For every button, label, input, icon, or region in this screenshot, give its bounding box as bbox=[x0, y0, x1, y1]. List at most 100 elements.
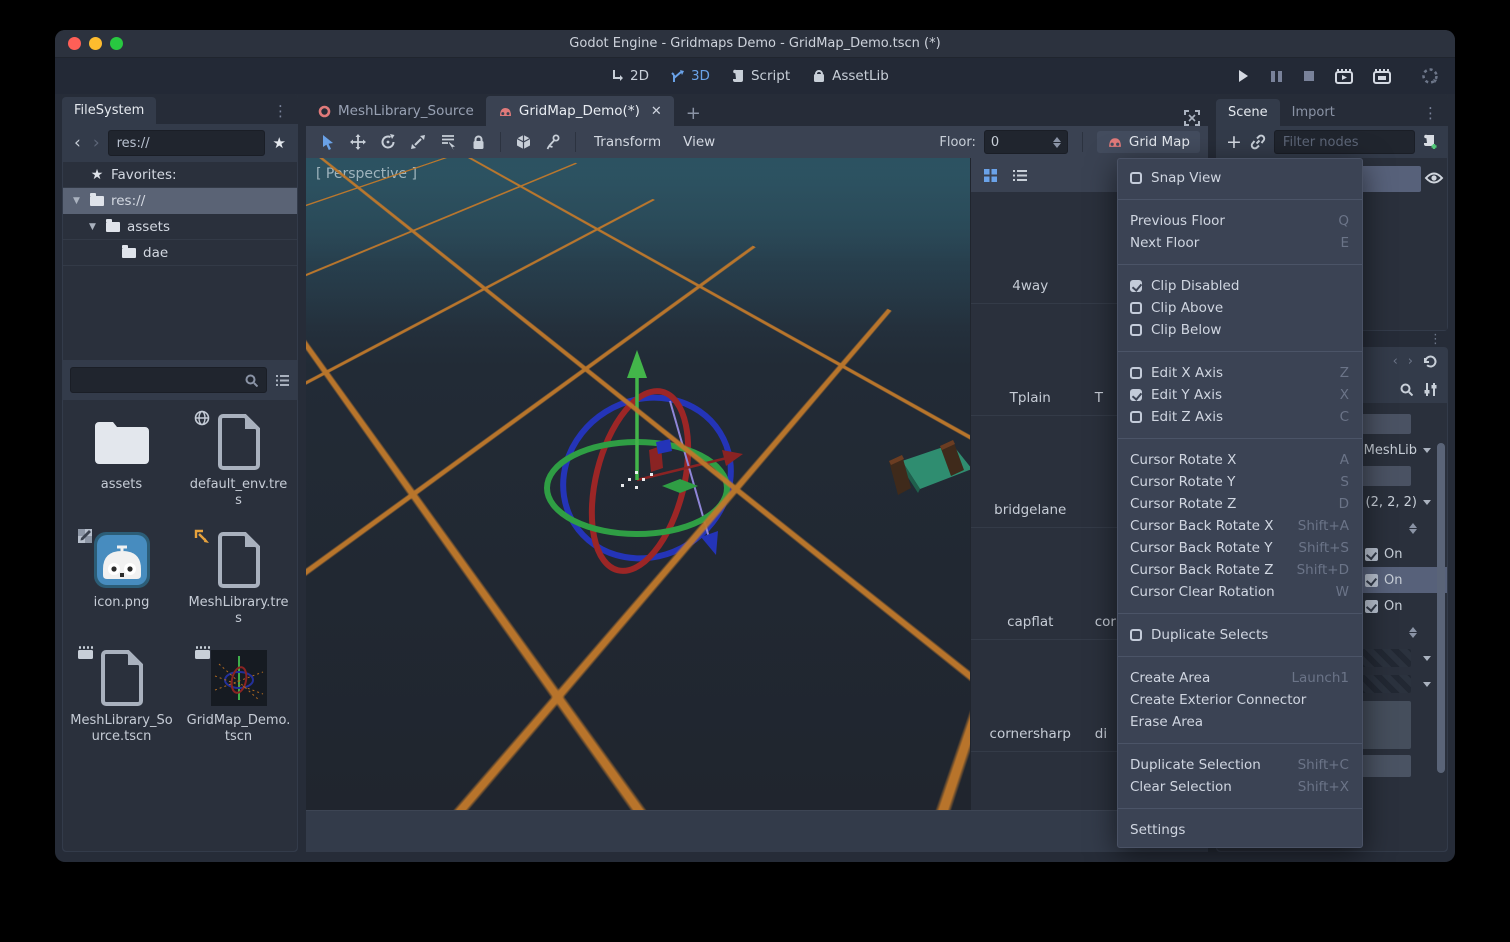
tab-import[interactable]: Import bbox=[1280, 99, 1347, 126]
update-spinner-icon[interactable] bbox=[1421, 67, 1439, 85]
gridmap-menu-item[interactable]: Edit Y Axis X bbox=[1118, 384, 1362, 406]
add-node-button[interactable]: + bbox=[1226, 131, 1242, 153]
gridmap-menu-item[interactable] bbox=[1118, 743, 1362, 744]
gridmap-menu-item[interactable]: Duplicate Selects bbox=[1118, 624, 1362, 646]
gridmap-menu-item[interactable]: Duplicate Selection Shift+C bbox=[1118, 754, 1362, 776]
spinner-arrows-icon[interactable] bbox=[1409, 627, 1417, 638]
nav-forward-icon[interactable]: › bbox=[89, 133, 104, 153]
instance-scene-link-icon[interactable] bbox=[1250, 134, 1266, 150]
thumbnail-view-icon[interactable] bbox=[983, 168, 998, 183]
gridmap-menu-item[interactable]: Cursor Clear Rotation W bbox=[1118, 581, 1362, 603]
expand-viewport-icon[interactable] bbox=[1184, 110, 1200, 126]
path-field[interactable]: res:// bbox=[108, 130, 265, 156]
gridmap-menu-button[interactable]: Grid Map bbox=[1097, 131, 1200, 153]
filesystem-search-input[interactable] bbox=[70, 367, 267, 393]
tab-scene[interactable]: Scene bbox=[1216, 99, 1280, 126]
gridmap-menu-item[interactable]: Cursor Back Rotate Z Shift+D bbox=[1118, 559, 1362, 581]
checkbox-icon[interactable] bbox=[1365, 574, 1378, 587]
bottom-panel-tab[interactable] bbox=[406, 826, 430, 838]
3d-viewport[interactable]: [ Perspective ] bbox=[306, 158, 970, 810]
stop-button[interactable] bbox=[1303, 70, 1315, 82]
bottom-panel-tab[interactable] bbox=[376, 826, 400, 838]
gridmap-menu-item[interactable] bbox=[1118, 199, 1362, 200]
scene-dock-menu-icon[interactable]: ⋮ bbox=[1413, 100, 1448, 126]
zoom-window-button[interactable] bbox=[110, 37, 123, 50]
filter-nodes-input[interactable] bbox=[1274, 130, 1415, 154]
tree-row[interactable]: ▼ ★ dae bbox=[63, 240, 297, 266]
gridmap-menu-item[interactable] bbox=[1118, 351, 1362, 352]
gridmap-menu-item[interactable]: Clear Selection Shift+X bbox=[1118, 776, 1362, 798]
menubar-item[interactable] bbox=[117, 70, 141, 82]
gridmap-menu-item[interactable] bbox=[1118, 808, 1362, 809]
transform-menu-button[interactable]: Transform bbox=[584, 134, 671, 150]
mesh-palette-item[interactable]: 4way bbox=[971, 192, 1090, 304]
gridmap-menu-item[interactable]: Cursor Back Rotate X Shift+A bbox=[1118, 515, 1362, 537]
gridmap-menu-item[interactable]: Cursor Rotate Z D bbox=[1118, 493, 1362, 515]
mesh-tool-button[interactable] bbox=[509, 130, 537, 154]
gridmap-menu-item[interactable]: Create Exterior Connector bbox=[1118, 689, 1362, 711]
chevron-down-icon[interactable] bbox=[1423, 500, 1431, 505]
chevron-down-icon[interactable] bbox=[1423, 448, 1431, 453]
transform-gizmo[interactable] bbox=[306, 158, 970, 810]
gridmap-menu-item[interactable]: Clip Disabled bbox=[1118, 275, 1362, 297]
menubar-item[interactable] bbox=[165, 70, 189, 82]
scene-tab-meshlibrary-source[interactable]: MeshLibrary_Source bbox=[306, 96, 486, 126]
gridmap-menu-item[interactable]: Settings bbox=[1118, 819, 1362, 841]
checkbox-icon[interactable] bbox=[1365, 548, 1378, 561]
mesh-palette-item[interactable]: cornersharp bbox=[971, 640, 1090, 752]
inspector-tools-icon[interactable] bbox=[1423, 382, 1438, 397]
mode-2d-button[interactable]: 2D bbox=[610, 68, 649, 84]
gridmap-menu-item[interactable]: Edit Z Axis C bbox=[1118, 406, 1362, 428]
pause-button[interactable] bbox=[1270, 70, 1283, 83]
tree-row[interactable]: ▼ ★ assets bbox=[63, 214, 297, 240]
gridmap-menu-item[interactable] bbox=[1118, 656, 1362, 657]
gridmap-menu-item[interactable] bbox=[1118, 264, 1362, 265]
scale-tool-button[interactable] bbox=[404, 130, 432, 154]
gridmap-menu-item[interactable]: Edit X Axis Z bbox=[1118, 362, 1362, 384]
history-icon[interactable] bbox=[1423, 354, 1438, 369]
inspector-scrollbar[interactable] bbox=[1437, 443, 1445, 773]
gridmap-menu-item[interactable]: Previous Floor Q bbox=[1118, 210, 1362, 232]
close-tab-icon[interactable]: ✕ bbox=[651, 104, 662, 119]
list-select-tool-button[interactable] bbox=[434, 130, 462, 154]
mode-3d-button[interactable]: 3D bbox=[671, 68, 710, 84]
history-forward-icon[interactable]: › bbox=[1408, 354, 1413, 369]
lock-tool-button[interactable] bbox=[464, 130, 492, 154]
gridmap-menu-item[interactable]: Clip Below bbox=[1118, 319, 1362, 341]
bottom-panel-tab[interactable] bbox=[346, 826, 370, 838]
chevron-down-icon[interactable] bbox=[1423, 682, 1431, 687]
gridmap-menu-item[interactable]: Cursor Rotate Y S bbox=[1118, 471, 1362, 493]
floor-spin-arrows-icon[interactable] bbox=[1053, 137, 1061, 148]
spinner-arrows-icon[interactable] bbox=[1409, 523, 1417, 534]
play-custom-scene-button[interactable] bbox=[1373, 69, 1391, 84]
file-item[interactable]: icon.png bbox=[63, 524, 180, 642]
gridmap-menu-item[interactable] bbox=[1118, 613, 1362, 614]
gridmap-menu-item[interactable]: Next Floor E bbox=[1118, 232, 1362, 254]
scene-tab-gridmap-demo[interactable]: GridMap_Demo(*) ✕ bbox=[486, 96, 674, 126]
inspector-search-icon[interactable] bbox=[1400, 383, 1413, 396]
list-view-icon[interactable] bbox=[1012, 169, 1028, 182]
skeleton-tool-button[interactable] bbox=[539, 130, 567, 154]
minimize-window-button[interactable] bbox=[89, 37, 102, 50]
gridmap-menu-item[interactable]: Erase Area bbox=[1118, 711, 1362, 733]
move-tool-button[interactable] bbox=[344, 130, 372, 154]
gridmap-menu-item[interactable]: Cursor Rotate X A bbox=[1118, 449, 1362, 471]
mesh-palette-item[interactable]: bridgelane bbox=[971, 416, 1090, 528]
history-back-icon[interactable]: ‹ bbox=[1393, 354, 1398, 369]
checkbox-icon[interactable] bbox=[1365, 600, 1378, 613]
visibility-eye-icon[interactable] bbox=[1424, 169, 1444, 187]
bottom-panel-tab[interactable] bbox=[316, 826, 340, 838]
gridmap-menu-item[interactable]: Clip Above bbox=[1118, 297, 1362, 319]
floor-spinbox[interactable]: 0 bbox=[984, 130, 1068, 154]
play-button[interactable] bbox=[1236, 69, 1250, 83]
file-item[interactable]: MeshLibrary.tres bbox=[180, 524, 297, 642]
favorite-star-icon[interactable]: ★ bbox=[269, 134, 290, 152]
tree-row[interactable]: ▼ ★ Favorites: bbox=[63, 162, 297, 188]
file-list-view-toggle-icon[interactable] bbox=[275, 374, 290, 387]
filesystem-dock-menu-icon[interactable]: ⋮ bbox=[263, 98, 298, 124]
tree-expand-icon[interactable]: ▼ bbox=[89, 222, 99, 232]
select-tool-button[interactable] bbox=[314, 130, 342, 154]
mesh-palette-item[interactable]: Tplain bbox=[971, 304, 1090, 416]
play-scene-button[interactable] bbox=[1335, 69, 1353, 84]
tab-filesystem[interactable]: FileSystem bbox=[62, 97, 156, 124]
